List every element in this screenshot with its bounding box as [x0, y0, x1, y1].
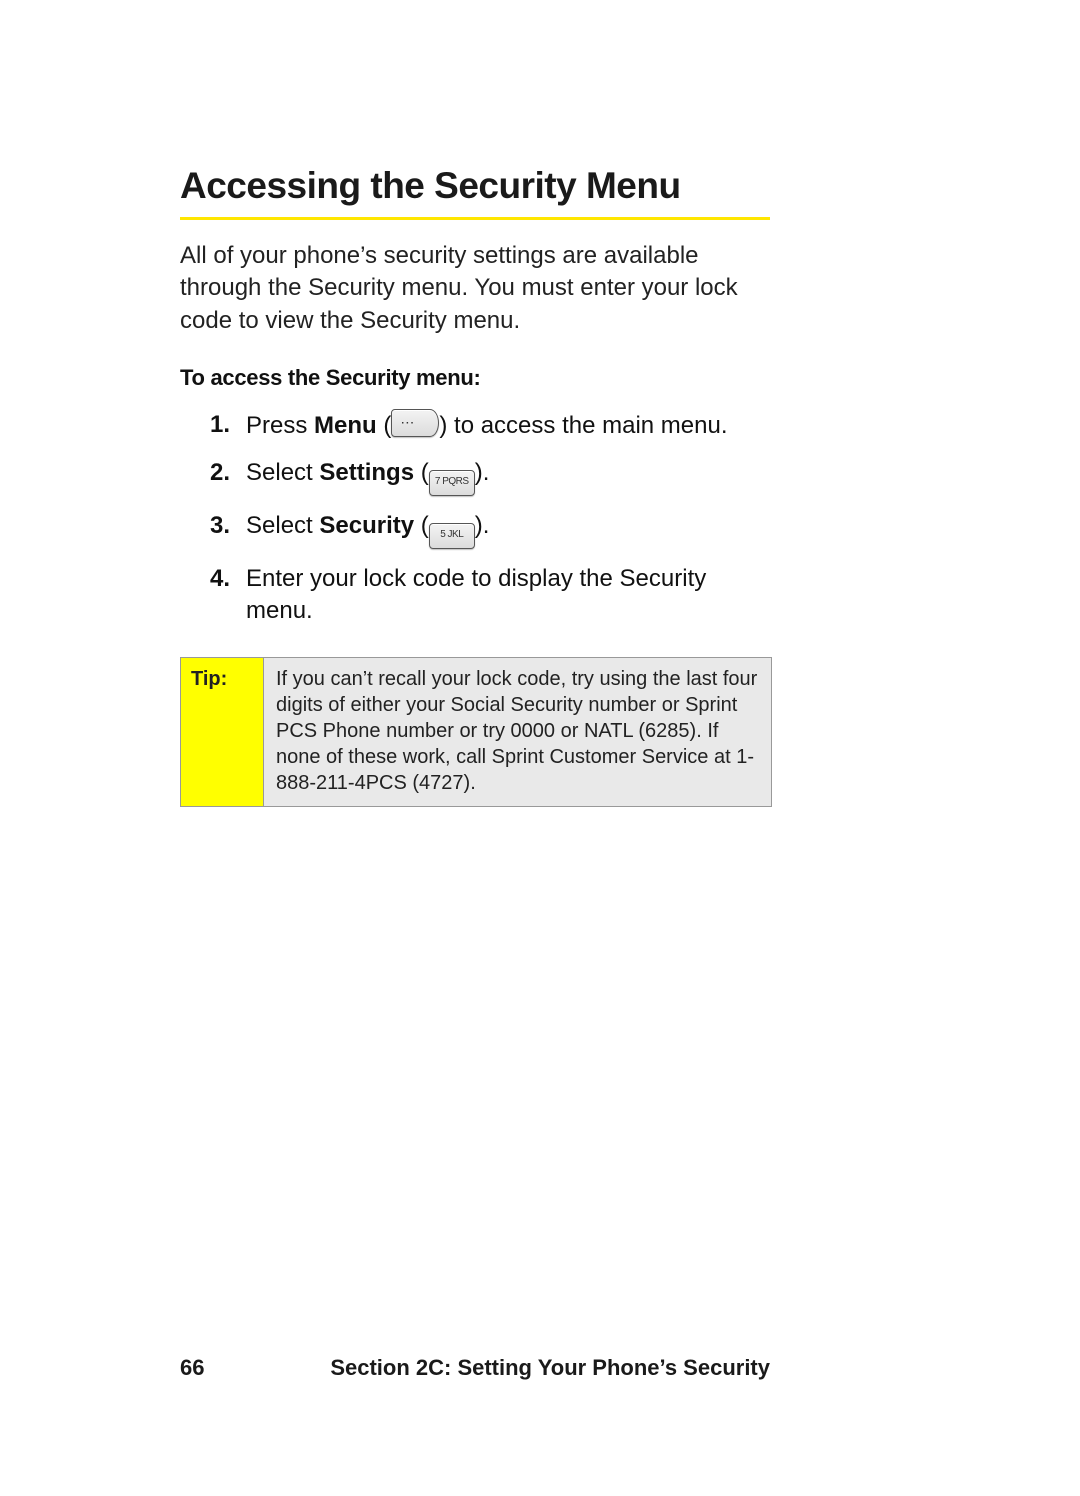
tip-label: Tip: — [181, 658, 264, 806]
step-text-pre: Select — [246, 459, 319, 486]
page-title: Accessing the Security Menu — [180, 165, 770, 207]
page-footer: 66 Section 2C: Setting Your Phone’s Secu… — [180, 1355, 770, 1381]
step-paren-close: ) to access the main menu. — [439, 412, 727, 439]
step-paren-open: ( — [377, 412, 392, 439]
step-text-pre: Enter your lock code to display the Secu… — [246, 565, 706, 624]
step-paren-open: ( — [414, 459, 429, 486]
step-number: 2. — [210, 457, 230, 489]
steps-list: 1. Press Menu ( ) to access the main menu… — [210, 409, 770, 627]
step-item: 2. Select Settings (7 PQRS). — [210, 457, 770, 496]
key-5jkl-icon: 5 JKL — [429, 523, 475, 549]
title-underline — [180, 217, 770, 220]
step-item: 4. Enter your lock code to display the S… — [210, 563, 770, 628]
step-paren-close: ). — [475, 512, 490, 539]
subheading: To access the Security menu: — [180, 365, 770, 391]
step-text-pre: Select — [246, 512, 319, 539]
tip-body: If you can’t recall your lock code, try … — [264, 658, 771, 806]
step-bold: Settings — [319, 459, 414, 486]
step-text-pre: Press — [246, 412, 314, 439]
key-7pqrs-icon: 7 PQRS — [429, 470, 475, 496]
content-area: Accessing the Security Menu All of your … — [180, 165, 770, 807]
tip-box: Tip: If you can’t recall your lock code,… — [180, 657, 772, 807]
page-number: 66 — [180, 1355, 220, 1381]
step-number: 1. — [210, 409, 230, 441]
section-title: Section 2C: Setting Your Phone’s Securit… — [220, 1355, 770, 1381]
step-item: 1. Press Menu ( ) to access the main menu… — [210, 409, 770, 442]
step-bold: Menu — [314, 412, 377, 439]
step-paren-close: ). — [475, 459, 490, 486]
step-number: 3. — [210, 510, 230, 542]
step-number: 4. — [210, 563, 230, 595]
step-paren-open: ( — [414, 512, 429, 539]
menu-key-icon — [391, 409, 439, 437]
step-bold: Security — [319, 512, 414, 539]
step-item: 3. Select Security (5 JKL). — [210, 510, 770, 549]
intro-paragraph: All of your phone’s security settings ar… — [180, 240, 770, 337]
manual-page: Accessing the Security Menu All of your … — [0, 0, 1080, 1496]
